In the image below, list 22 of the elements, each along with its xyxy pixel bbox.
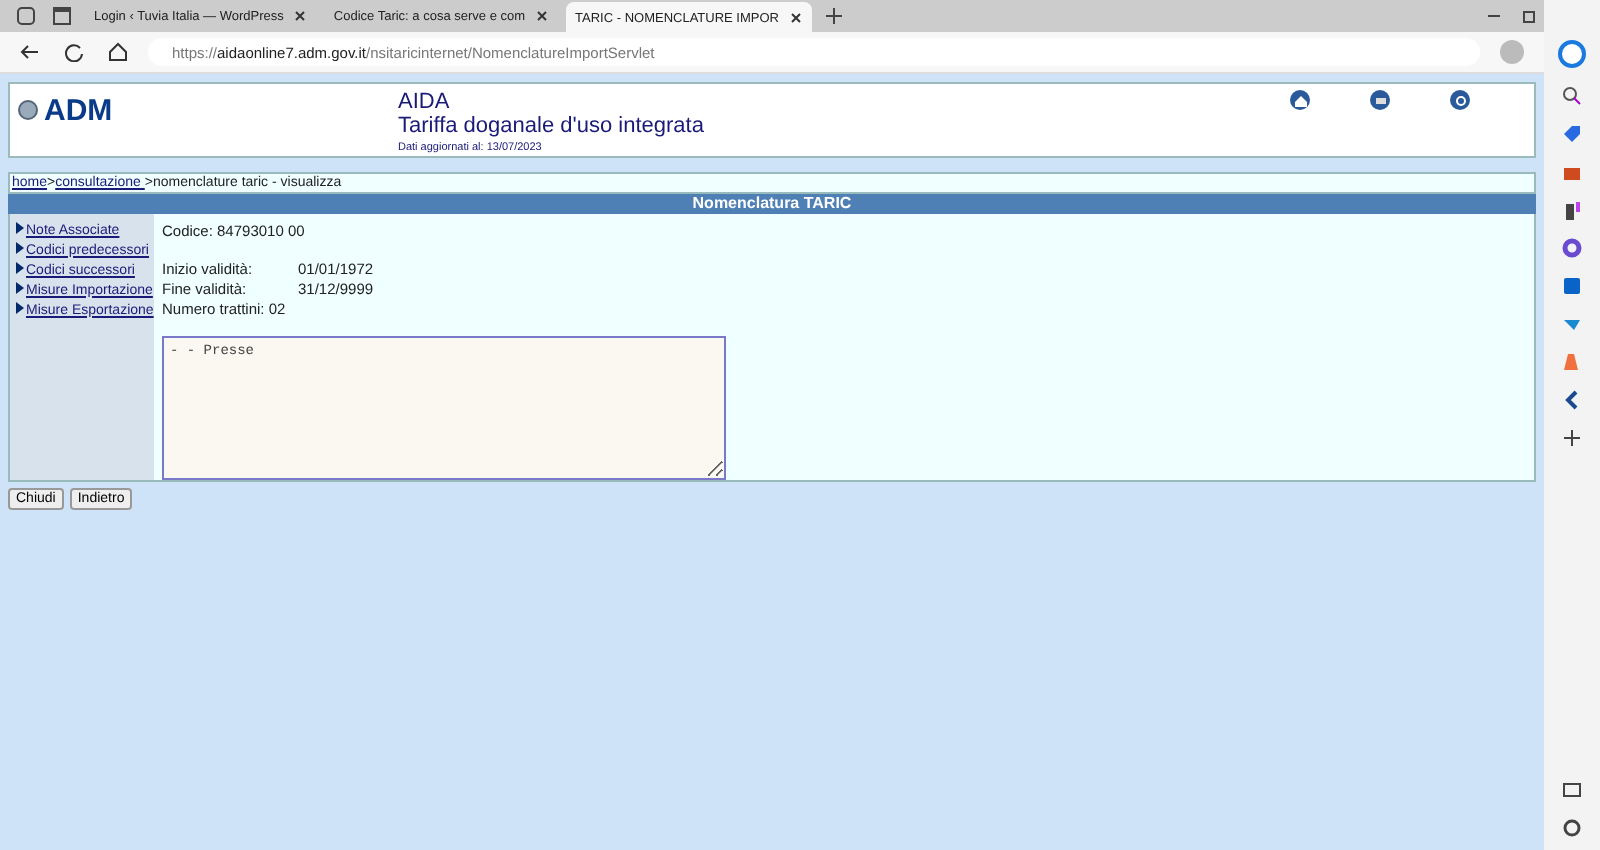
add-icon[interactable] [1562,428,1582,448]
tab-actions-icon[interactable] [48,2,76,30]
mail-icon[interactable] [1562,276,1582,296]
send-icon[interactable] [1562,314,1582,334]
toolbox-icon[interactable] [1562,162,1582,182]
chevron-icon[interactable] [1562,390,1582,410]
close-icon[interactable] [293,10,306,22]
logo-text: ADM [44,94,113,128]
ring-icon[interactable] [1562,238,1582,258]
printer-icon[interactable] [1370,90,1390,110]
workspaces-icon[interactable] [12,2,40,30]
app-name: AIDA [398,90,452,114]
home-icon[interactable] [1290,90,1310,110]
close-icon[interactable] [789,12,801,24]
refresh-icon[interactable] [60,38,88,66]
app-subtitle: Tariffa doganale d'uso integrata [398,114,706,138]
sidebar-toggle-icon[interactable] [1562,780,1582,800]
section-title-bar: Nomenclatura TARIC [8,194,1536,214]
tag-icon[interactable] [1562,124,1582,144]
search-icon[interactable] [1562,86,1582,106]
home-icon[interactable] [104,38,132,66]
close-icon[interactable] [535,10,548,22]
